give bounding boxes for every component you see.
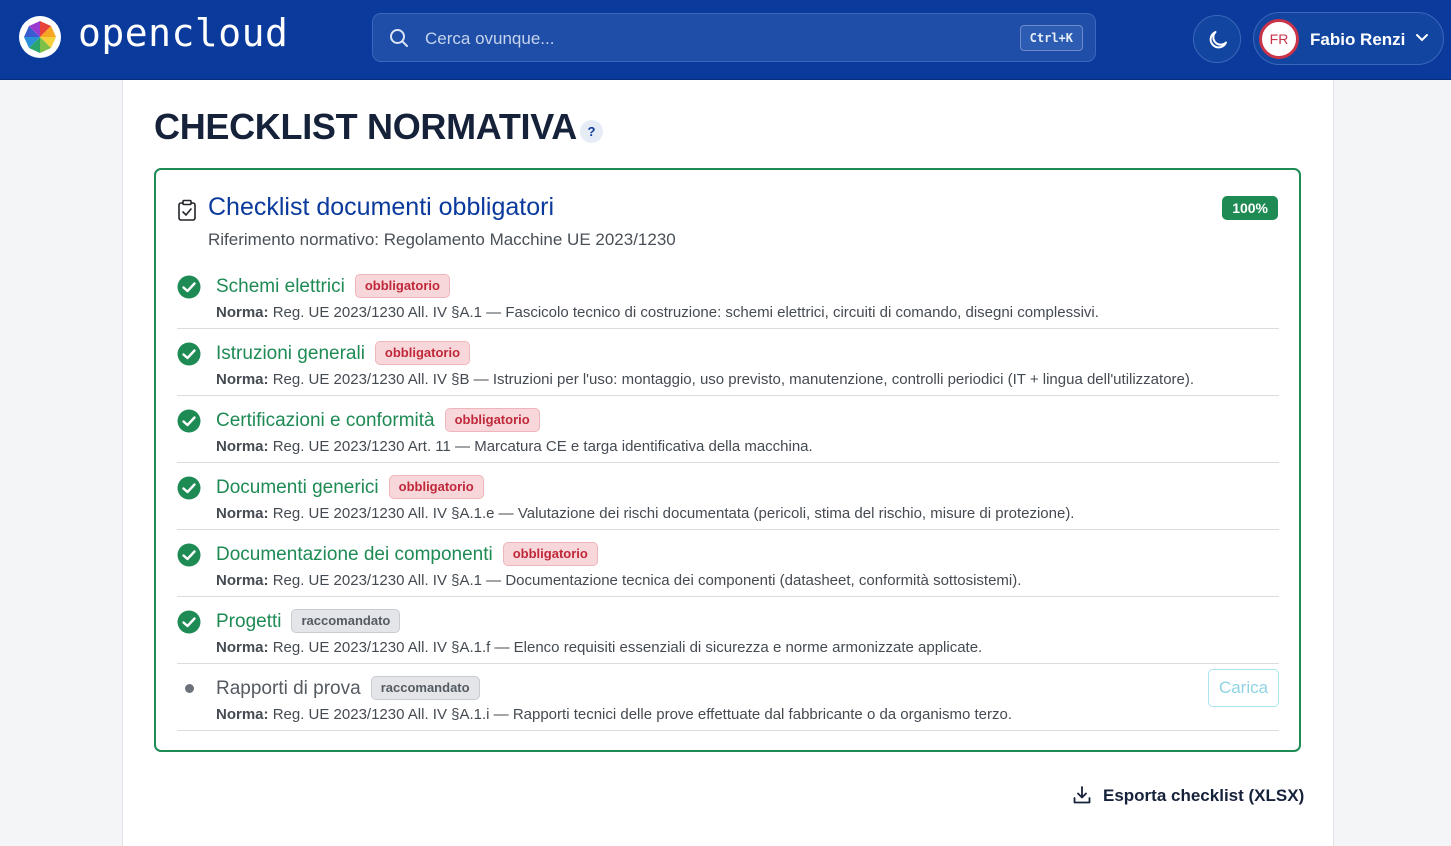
pending-dot-icon bbox=[185, 684, 194, 693]
moon-icon bbox=[1209, 31, 1227, 49]
app-brand[interactable]: opencloud bbox=[78, 11, 288, 55]
checklist-reference: Riferimento normativo: Regolamento Macch… bbox=[208, 230, 676, 249]
recommended-badge: raccomandato bbox=[291, 609, 401, 633]
norm-label: Norma: bbox=[216, 505, 269, 522]
item-name: Documenti generici bbox=[216, 477, 379, 498]
item-name: Schemi elettrici bbox=[216, 276, 345, 297]
check-circle-icon bbox=[177, 543, 201, 567]
check-circle-icon bbox=[177, 610, 201, 634]
checklist-items: Schemi elettrici obbligatorio Norma: Reg.… bbox=[177, 262, 1279, 731]
item-name: Progetti bbox=[216, 611, 282, 632]
checklist-title: Checklist documenti obbligatori bbox=[208, 193, 555, 221]
item-name: Istruzioni generali bbox=[216, 343, 365, 364]
item-norm: Reg. UE 2023/1230 All. IV §B — Istruzion… bbox=[272, 371, 1195, 388]
norm-label: Norma: bbox=[216, 371, 269, 388]
theme-toggle-button[interactable] bbox=[1193, 15, 1241, 63]
check-circle-icon bbox=[177, 342, 201, 366]
mandatory-badge: obbligatorio bbox=[502, 542, 598, 566]
checklist-item: Istruzioni generali obbligatorio Norma: R… bbox=[177, 329, 1279, 396]
global-search[interactable]: Cerca ovunque... Ctrl+K bbox=[372, 13, 1096, 62]
mandatory-badge: obbligatorio bbox=[374, 341, 471, 365]
user-menu-button[interactable]: FR Fabio Renzi bbox=[1253, 12, 1444, 65]
item-norm: Reg. UE 2023/1230 All. IV §A.1 — Documen… bbox=[272, 572, 1022, 589]
check-circle-icon bbox=[177, 275, 201, 299]
checklist-item: Progetti raccomandato Norma: Reg. UE 2023… bbox=[177, 597, 1279, 664]
top-navbar: opencloud Cerca ovunque... Ctrl+K FR Fab… bbox=[0, 0, 1451, 80]
user-name: Fabio Renzi bbox=[1310, 30, 1406, 49]
mandatory-badge: obbligatorio bbox=[354, 274, 450, 298]
item-norm: Reg. UE 2023/1230 All. IV §A.1.e — Valut… bbox=[272, 505, 1075, 522]
checklist-item: Schemi elettrici obbligatorio Norma: Reg.… bbox=[177, 262, 1279, 329]
item-name: Certificazioni e conformità bbox=[216, 410, 435, 431]
checklist-item: Certificazioni e conformità obbligatorio … bbox=[177, 396, 1279, 463]
norm-label: Norma: bbox=[216, 438, 269, 455]
chevron-down-icon bbox=[1416, 34, 1428, 42]
clipboard-check-icon bbox=[178, 199, 196, 221]
norm-label: Norma: bbox=[216, 304, 269, 321]
item-norm: Reg. UE 2023/1230 All. IV §A.1.i — Rappo… bbox=[272, 706, 1013, 723]
check-circle-icon bbox=[177, 409, 201, 433]
checklist-item: Rapporti di prova raccomandato Norma: Reg… bbox=[177, 664, 1279, 731]
norm-label: Norma: bbox=[216, 572, 269, 589]
item-name: Documentazione dei componenti bbox=[216, 544, 493, 565]
item-name: Rapporti di prova bbox=[216, 678, 361, 699]
upload-button[interactable]: Carica bbox=[1208, 669, 1279, 707]
help-icon[interactable]: ? bbox=[580, 120, 603, 143]
mandatory-badge: obbligatorio bbox=[444, 408, 540, 432]
norm-label: Norma: bbox=[216, 706, 269, 723]
item-norm: Reg. UE 2023/1230 All. IV §A.1.f — Elenc… bbox=[272, 639, 983, 656]
check-circle-icon bbox=[177, 476, 201, 500]
search-shortcut-hint: Ctrl+K bbox=[1019, 25, 1083, 51]
search-input[interactable]: Cerca ovunque... bbox=[425, 29, 554, 49]
norm-label: Norma: bbox=[216, 639, 269, 656]
item-norm: Reg. UE 2023/1230 All. IV §A.1 — Fascico… bbox=[272, 304, 1099, 321]
download-icon bbox=[1073, 786, 1091, 804]
item-norm: Reg. UE 2023/1230 Art. 11 — Marcatura CE… bbox=[272, 438, 813, 455]
checklist-item: Documentazione dei componenti obbligatori… bbox=[177, 530, 1279, 597]
checklist-item: Documenti generici obbligatorio Norma: Re… bbox=[177, 463, 1279, 530]
page-title: CHECKLIST NORMATIVA bbox=[154, 106, 577, 147]
avatar: FR bbox=[1259, 19, 1299, 59]
checklist-card: Checklist documenti obbligatori Riferime… bbox=[154, 168, 1301, 752]
recommended-badge: raccomandato bbox=[370, 676, 480, 700]
mandatory-badge: obbligatorio bbox=[388, 475, 484, 499]
export-label: Esporta checklist (XLSX) bbox=[1103, 786, 1305, 805]
search-icon bbox=[390, 29, 408, 47]
opencloud-logo-icon[interactable] bbox=[18, 15, 62, 59]
progress-badge: 100% bbox=[1222, 196, 1278, 220]
